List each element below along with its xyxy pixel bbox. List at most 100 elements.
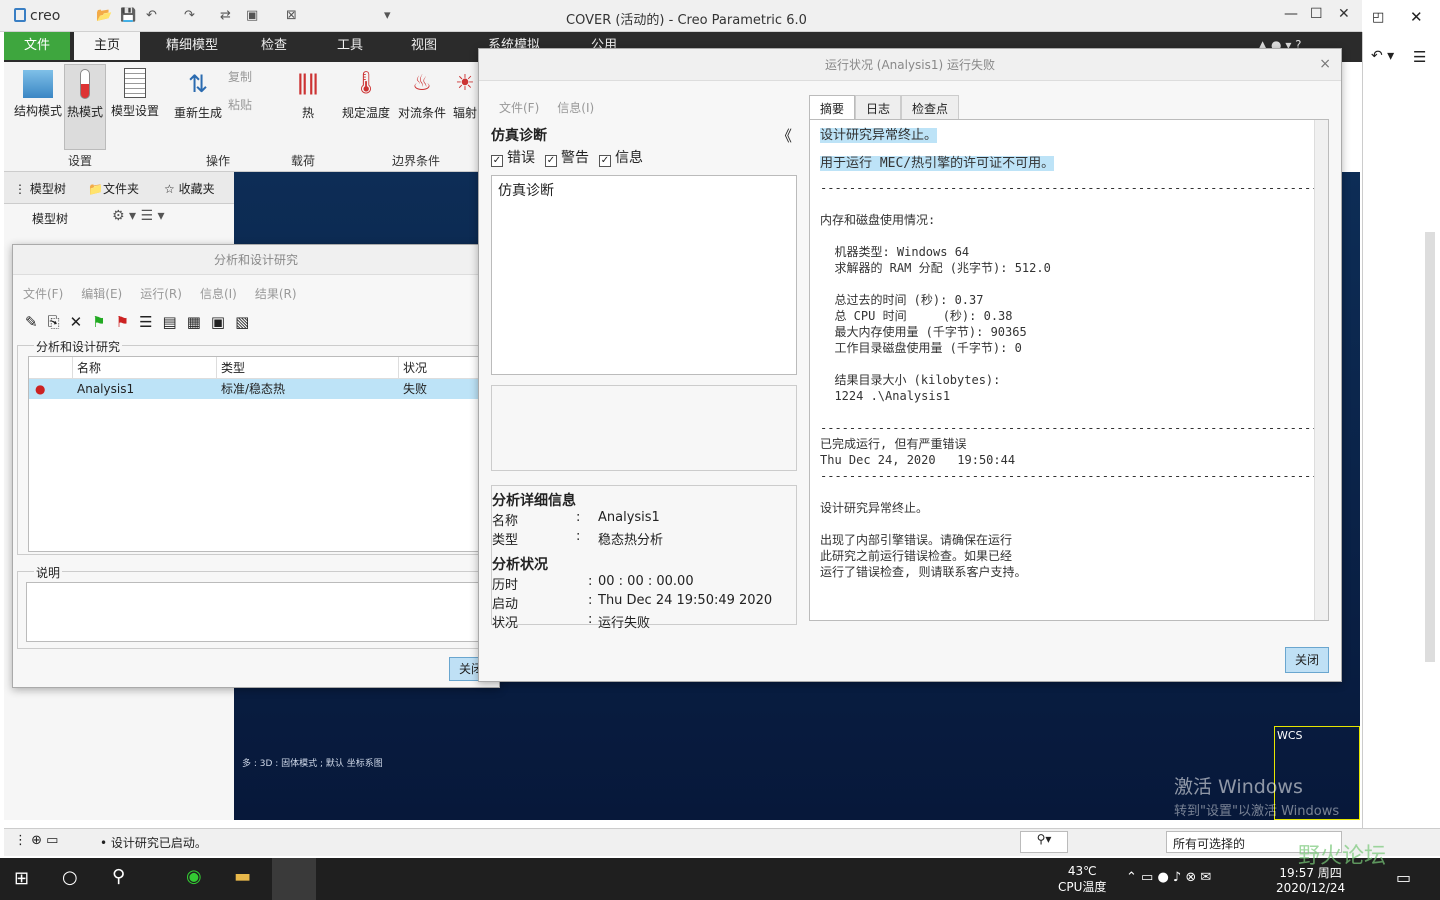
tab-refine-model[interactable]: 精细模型 bbox=[152, 32, 232, 60]
start-flag-icon[interactable]: ⚑ bbox=[92, 313, 105, 331]
tab-log[interactable]: 日志 bbox=[855, 95, 902, 121]
run-close-button[interactable]: 关闭 bbox=[1285, 647, 1329, 673]
prescribed-temp-button[interactable]: 🌡 规定温度 bbox=[340, 68, 392, 121]
open-icon[interactable]: 📂 bbox=[96, 8, 112, 23]
tab-tools[interactable]: 工具 bbox=[320, 32, 380, 60]
copy-icon[interactable]: ⎘ bbox=[48, 313, 60, 331]
delete-icon[interactable]: ✕ bbox=[70, 313, 83, 331]
filter-warnings[interactable]: ✓ 警告 bbox=[545, 147, 589, 167]
regenerate-button[interactable]: ⇅ 重新生成 bbox=[170, 68, 226, 121]
tab-checkpoints[interactable]: 检查点 bbox=[901, 95, 960, 121]
status-value: 运行失败 bbox=[598, 616, 651, 631]
edit-icon[interactable]: ✎ bbox=[25, 313, 38, 331]
save-icon[interactable]: 💾 bbox=[120, 8, 136, 23]
menu-info[interactable]: 信息(I) bbox=[200, 285, 237, 302]
tab-inspect[interactable]: 检查 bbox=[244, 32, 304, 60]
summary-highlight-1: 设计研究异常终止。 bbox=[820, 128, 938, 143]
ribbon: 结构模式 热模式 模型设置 ⇅ 重新生成 复制 粘贴 ǁǁ 热 🌡 规定温度 ♨… bbox=[4, 62, 478, 172]
task-view-icon[interactable]: ⚲ bbox=[112, 866, 125, 887]
menu-icon[interactable]: ☰ bbox=[1413, 48, 1426, 66]
regenerate-icon[interactable]: ⇄ bbox=[220, 8, 231, 23]
scrollbar[interactable] bbox=[1425, 232, 1435, 662]
radiation-button[interactable]: ☀ 辐射 bbox=[452, 68, 478, 121]
search-icon[interactable]: ○ bbox=[62, 867, 78, 888]
filter-errors-label: 错误 bbox=[507, 150, 535, 166]
group-operations[interactable]: 操作 bbox=[206, 152, 230, 169]
collapse-icon[interactable]: 《 bbox=[777, 125, 792, 146]
run-menu-file[interactable]: 文件(F) bbox=[499, 99, 539, 116]
detail-key: 类型 bbox=[492, 533, 519, 548]
selection-filter-value: 所有可选择的 bbox=[1173, 837, 1246, 851]
group-loads[interactable]: 载荷 bbox=[291, 152, 315, 169]
radiation-label: 辐射 bbox=[452, 106, 477, 120]
customize-icon[interactable]: ▾ bbox=[384, 8, 391, 23]
find-icon[interactable]: ⚲▾ bbox=[1020, 831, 1068, 853]
close-button[interactable]: ✕ bbox=[1338, 6, 1350, 22]
tray-icons[interactable]: ⌃ ▭ ● ♪ ⊗ ✉ bbox=[1126, 870, 1211, 885]
group-boundary[interactable]: 边界条件 bbox=[392, 152, 440, 169]
run-menu-info[interactable]: 信息(I) bbox=[557, 99, 594, 116]
menu-run[interactable]: 运行(R) bbox=[140, 285, 182, 302]
browser-icon[interactable]: ◉ bbox=[186, 866, 202, 887]
model-setup-button[interactable]: 模型设置 bbox=[108, 68, 162, 119]
minimize-button[interactable]: — bbox=[1284, 6, 1298, 22]
col-type[interactable]: 类型 bbox=[217, 357, 399, 378]
summary-scrollbar[interactable] bbox=[1314, 120, 1328, 620]
group-setup[interactable]: 设置 bbox=[68, 152, 92, 169]
copy-button[interactable]: 复制 bbox=[228, 68, 252, 85]
outer-close-button[interactable]: ✕ bbox=[1410, 8, 1423, 26]
paste-button[interactable]: 粘贴 bbox=[228, 96, 252, 113]
app-logo-text: creo bbox=[30, 8, 61, 24]
stop-flag-icon[interactable]: ⚑ bbox=[116, 313, 129, 331]
notification-icon[interactable]: ▭ bbox=[1396, 868, 1411, 887]
thermal-mode-button[interactable]: 热模式 bbox=[64, 64, 106, 150]
diag-list[interactable]: 仿真诊断 bbox=[491, 175, 797, 375]
undo-icon[interactable]: ↶ ▾ bbox=[1371, 48, 1394, 64]
structure-mode-button[interactable]: 结构模式 bbox=[10, 68, 66, 119]
run-status-dialog: 运行状况 (Analysis1) 运行失败 × 文件(F) 信息(I) 仿真诊断… bbox=[478, 48, 1342, 682]
tab-folder[interactable]: 📁文件夹 bbox=[88, 180, 139, 197]
star-icon: ☆ bbox=[164, 182, 179, 196]
table-row[interactable]: ● Analysis1 标准/稳态热 失败 bbox=[29, 379, 487, 399]
col-status[interactable]: 状况 bbox=[399, 357, 427, 378]
windows-icon[interactable]: ▣ bbox=[246, 8, 258, 23]
tree-settings-icon[interactable]: ⚙ ▾ ☰ ▾ bbox=[112, 208, 165, 224]
row-status: 失败 bbox=[403, 382, 428, 396]
heat-load-button[interactable]: ǁǁ 热 bbox=[288, 68, 328, 121]
status-icons[interactable]: ⋮ ⊕ ▭ bbox=[14, 833, 58, 848]
col-name[interactable]: 名称 bbox=[73, 357, 217, 378]
maximize-button[interactable]: ☐ bbox=[1310, 6, 1323, 22]
start-icon[interactable]: ⊞ bbox=[14, 868, 29, 889]
tab-view[interactable]: 视图 bbox=[394, 32, 454, 60]
summary-icon[interactable]: ▤ bbox=[163, 313, 177, 331]
creo-logo: creo bbox=[14, 8, 60, 24]
undo-icon[interactable]: ↶ bbox=[146, 8, 157, 23]
review-icon[interactable]: ▣ bbox=[211, 313, 225, 331]
run-status-close-icon[interactable]: × bbox=[1319, 56, 1331, 72]
convection-button[interactable]: ♨ 对流条件 bbox=[396, 68, 448, 121]
detail-key: 名称 bbox=[492, 514, 519, 529]
tab-summary[interactable]: 摘要 bbox=[809, 95, 856, 121]
results-icon[interactable]: ▦ bbox=[187, 313, 201, 331]
tab-model-tree[interactable]: ⋮ 模型树 bbox=[14, 180, 66, 197]
menu-edit[interactable]: 编辑(E) bbox=[81, 285, 122, 302]
creo-taskbar-icon[interactable] bbox=[272, 858, 316, 900]
analysis-details: 分析详细信息 名称: Analysis1 类型: 稳态热分析 分析状况 历时:00 … bbox=[491, 485, 797, 631]
filter-errors[interactable]: ✓ 错误 bbox=[491, 147, 535, 167]
tab-home[interactable]: 主页 bbox=[74, 32, 140, 60]
tab-favorites[interactable]: ☆ 收藏夹 bbox=[164, 180, 215, 197]
tab-file[interactable]: 文件 bbox=[4, 32, 70, 60]
menu-results[interactable]: 结果(R) bbox=[255, 285, 297, 302]
outer-restore-button[interactable]: ◰ bbox=[1372, 10, 1384, 25]
redo-icon[interactable]: ↷ bbox=[184, 8, 195, 23]
tab-favorites-label: 收藏夹 bbox=[178, 182, 215, 196]
run-status-title: 运行状况 (Analysis1) 运行失败 bbox=[479, 49, 1341, 81]
close-window-icon[interactable]: ⊠ bbox=[286, 8, 297, 23]
run-menu: 文件(F) 信息(I) bbox=[499, 99, 594, 116]
explorer-icon[interactable]: ▬ bbox=[234, 866, 251, 887]
status-icon[interactable]: ☰ bbox=[139, 313, 152, 331]
optimize-icon[interactable]: ▧ bbox=[235, 313, 249, 331]
menu-file[interactable]: 文件(F) bbox=[23, 285, 63, 302]
filter-info[interactable]: ✓ 信息 bbox=[599, 147, 643, 167]
description-field[interactable] bbox=[26, 582, 488, 642]
